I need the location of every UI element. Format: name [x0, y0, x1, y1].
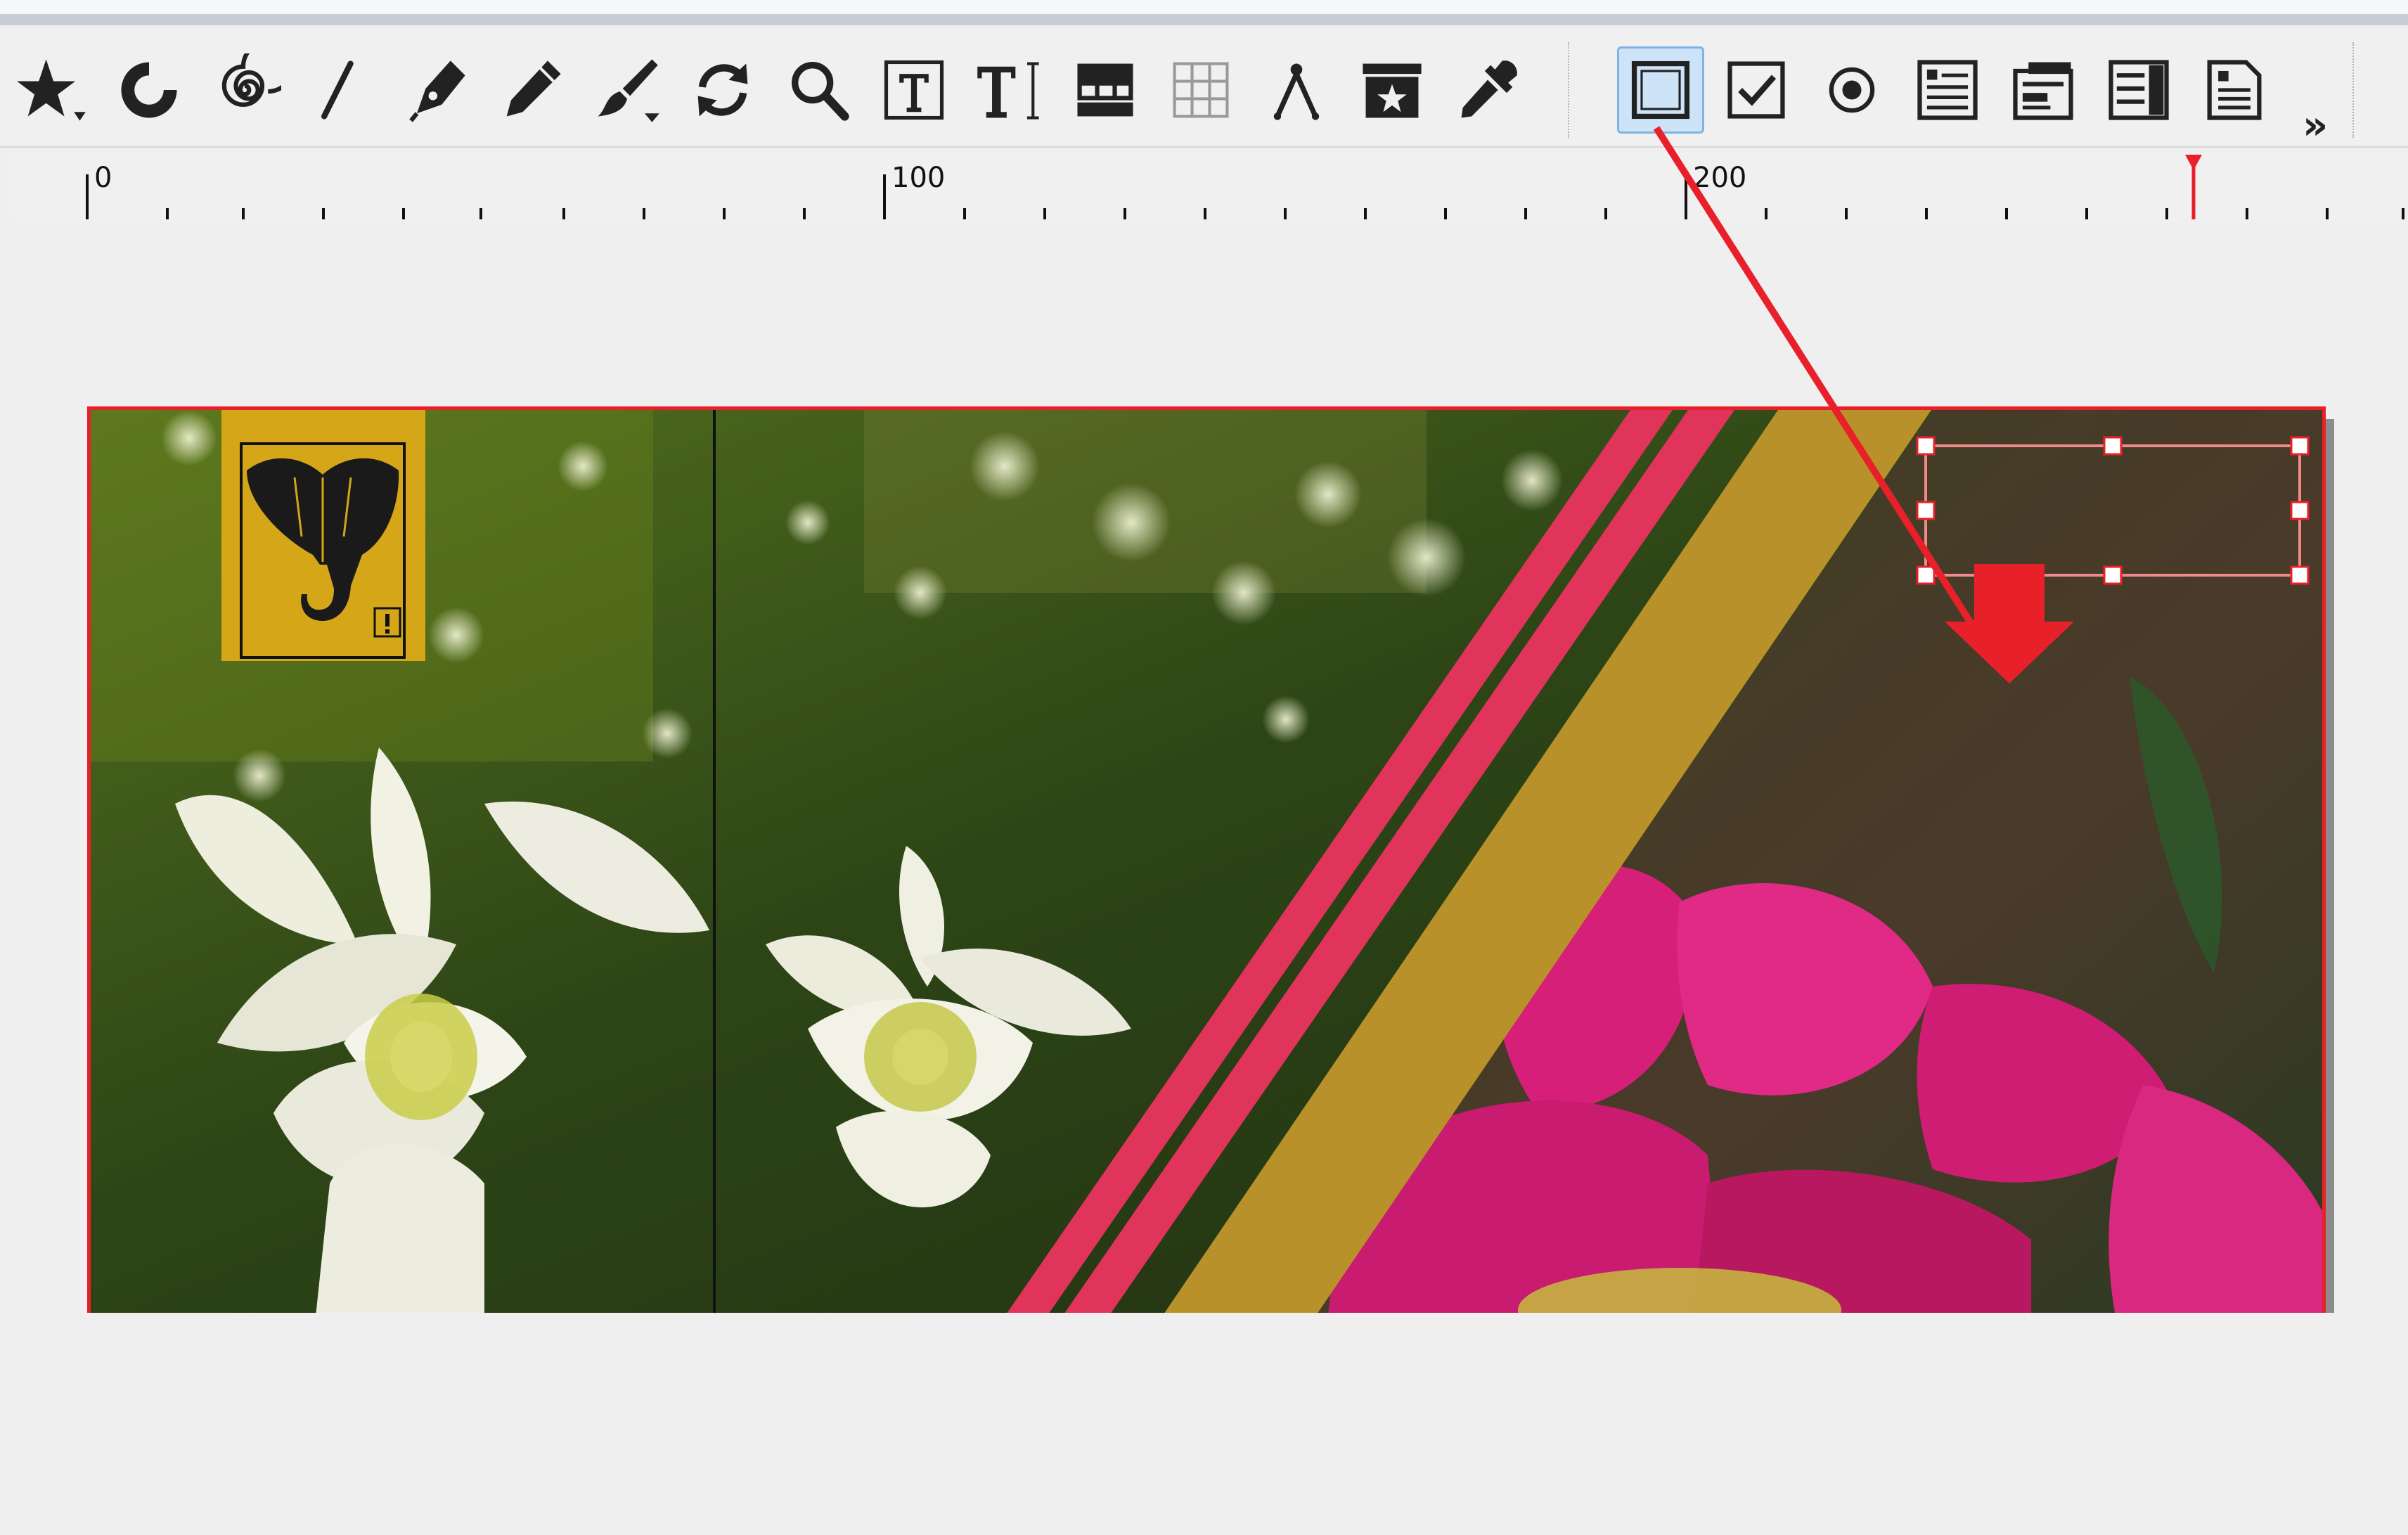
annotation-line — [1653, 126, 1981, 635]
annotation-overlay — [1653, 126, 2074, 683]
annotation-arrow — [1945, 564, 2074, 683]
